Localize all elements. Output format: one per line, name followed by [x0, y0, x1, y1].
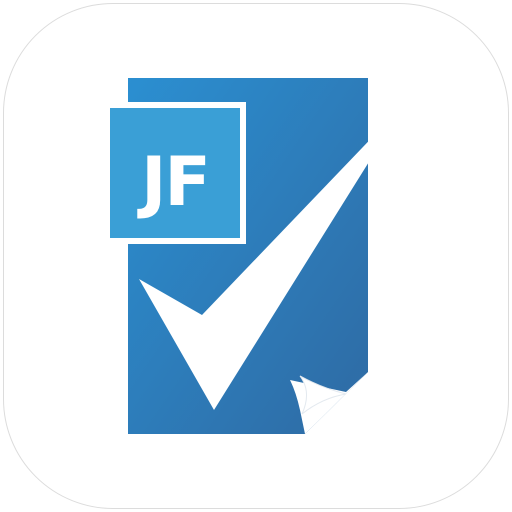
app-logo: JF	[104, 78, 407, 434]
jf-badge: JF	[104, 102, 246, 244]
badge-text: JF	[137, 143, 209, 222]
app-icon[interactable]: JF	[0, 0, 512, 512]
